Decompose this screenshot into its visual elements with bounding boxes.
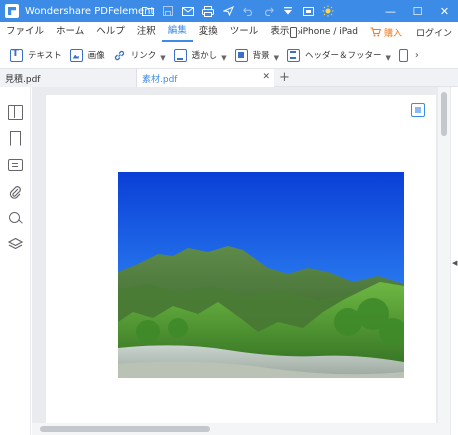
page-edit-icon[interactable] (411, 103, 425, 117)
watermark-label: 透かし (191, 51, 218, 61)
left-sidebar: ▶ (0, 87, 39, 435)
page-number-icon (398, 48, 408, 62)
comment-icon[interactable] (8, 159, 23, 171)
menu-edit[interactable]: 編集 (161, 22, 193, 42)
image-label: 画像 (87, 51, 105, 61)
theme-icon[interactable] (318, 0, 338, 22)
new-tab-icon[interactable]: + (279, 70, 290, 86)
tab-document-1[interactable]: 見積.pdf (0, 69, 137, 87)
add-text-button[interactable]: テキスト (0, 42, 66, 68)
print-icon[interactable] (198, 0, 218, 22)
horizontal-scrollbar[interactable] (32, 423, 438, 435)
close-tab-icon[interactable]: ✕ (262, 72, 270, 82)
menu-tools[interactable]: ツール (224, 22, 265, 42)
header-footer-label: ヘッダー＆フッター (304, 51, 382, 61)
background-button[interactable]: 背景 ▼ (231, 42, 283, 68)
tab-title: 見積.pdf (5, 74, 41, 85)
menu-file[interactable]: ファイル (0, 22, 50, 42)
window-controls: — ☐ ✕ (377, 0, 458, 22)
link-label: リンク (130, 51, 157, 61)
login-button[interactable]: ログイン (408, 26, 458, 39)
pages-icon[interactable] (8, 105, 23, 120)
search-icon[interactable] (8, 211, 23, 226)
minimize-button[interactable]: — (377, 0, 404, 22)
document-canvas (32, 87, 450, 435)
close-button[interactable]: ✕ (431, 0, 458, 22)
device-label: iPhone / iPad (300, 27, 358, 37)
caret-down-icon: ▼ (160, 54, 166, 62)
watermark-button[interactable]: 透かし ▼ (170, 42, 231, 68)
horizontal-scroll-thumb[interactable] (40, 426, 210, 432)
menu-help[interactable]: ヘルプ (90, 22, 131, 42)
menu-right: iPhone / iPad 購入 ログイン (284, 22, 458, 42)
app-title: Wondershare PDFelement (25, 5, 155, 17)
tab-title: 素材.pdf (142, 74, 178, 85)
ribbon-more-icon[interactable]: › (415, 50, 419, 61)
caret-down-icon: ▼ (273, 54, 279, 62)
save-icon[interactable] (158, 0, 178, 22)
layers-icon[interactable] (7, 237, 24, 252)
quick-access-toolbar (138, 0, 338, 22)
menu-home[interactable]: ホーム (50, 22, 90, 42)
undo-icon[interactable] (238, 0, 258, 22)
vertical-scrollbar[interactable] (438, 87, 450, 435)
title-bar: Wondershare PDFelement — ☐ ✕ (0, 0, 458, 22)
image-icon (69, 48, 83, 62)
landscape-image[interactable] (118, 172, 404, 378)
background-label: 背景 (252, 51, 270, 61)
document-tab-bar: 見積.pdf 素材.pdf ✕ + (0, 68, 458, 87)
text-label: テキスト (28, 51, 62, 61)
menu-convert[interactable]: 変換 (193, 22, 224, 42)
link-button[interactable]: リンク ▼ (109, 42, 170, 68)
caret-down-icon: ▼ (385, 54, 391, 62)
dropdown-icon[interactable] (278, 0, 298, 22)
header-footer-button[interactable]: ヘッダー＆フッター ▼ (283, 42, 395, 68)
right-panel-strip: ◀ (450, 87, 458, 435)
watermark-icon (173, 48, 187, 62)
caret-down-icon: ▼ (221, 54, 227, 62)
attachment-icon[interactable] (8, 185, 23, 200)
edit-ribbon: テキスト 画像 リンク ▼ 透かし ▼ 背景 ▼ ヘッダー＆フッター ▼ › (0, 42, 458, 68)
add-image-button[interactable]: 画像 (66, 42, 109, 68)
maximize-button[interactable]: ☐ (404, 0, 431, 22)
header-footer-icon (286, 48, 300, 62)
share-icon[interactable] (218, 0, 238, 22)
bell-icon[interactable] (298, 0, 318, 22)
menu-annotate[interactable]: 注釈 (131, 22, 162, 42)
pdf-page (46, 95, 436, 435)
redo-icon[interactable] (258, 0, 278, 22)
device-button[interactable]: iPhone / iPad (284, 26, 364, 38)
mail-icon[interactable] (178, 0, 198, 22)
phone-icon (290, 26, 298, 38)
app-logo-icon (5, 4, 19, 18)
tab-document-2[interactable]: 素材.pdf ✕ (137, 69, 274, 87)
link-icon (114, 50, 124, 60)
folder-icon[interactable] (138, 0, 158, 22)
buy-label: 購入 (383, 28, 402, 39)
expand-right-panel-icon[interactable]: ◀ (452, 259, 457, 267)
background-icon (234, 48, 248, 62)
vertical-scroll-thumb[interactable] (441, 92, 447, 136)
page-number-button[interactable] (395, 42, 413, 68)
text-icon (10, 48, 23, 62)
bookmark-icon[interactable] (10, 131, 21, 146)
cart-icon (370, 27, 381, 37)
buy-button[interactable]: 購入 (364, 26, 408, 39)
